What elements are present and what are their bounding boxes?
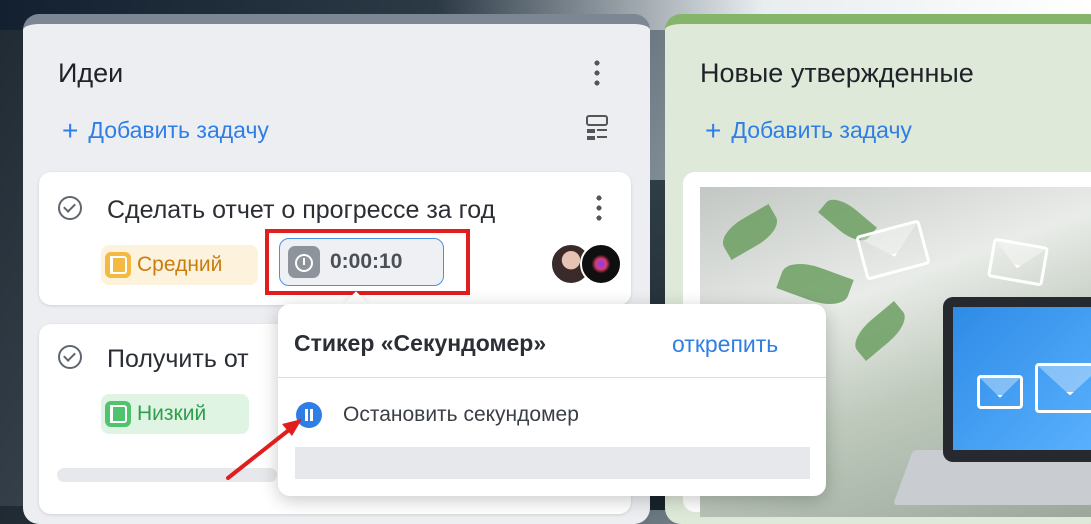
complete-check-icon[interactable]	[58, 345, 82, 369]
plus-icon: +	[705, 115, 722, 146]
progress-placeholder	[57, 468, 277, 482]
priority-badge[interactable]: Низкий	[101, 394, 249, 434]
add-task-button[interactable]: + Добавить задачу	[62, 113, 269, 146]
plus-icon: +	[62, 115, 79, 146]
task-title[interactable]: Получить от	[107, 345, 277, 374]
complete-check-icon[interactable]	[58, 196, 82, 220]
task-menu-icon[interactable]	[596, 193, 602, 221]
add-task-label: Добавить задачу	[731, 117, 912, 143]
stop-stopwatch-item[interactable]: Остановить секундомер	[343, 403, 579, 427]
laptop-image	[943, 297, 1091, 462]
pause-icon[interactable]	[296, 402, 322, 428]
add-task-button[interactable]: + Добавить задачу	[705, 113, 912, 146]
unpin-link[interactable]: открепить	[672, 331, 778, 358]
column-menu-icon[interactable]	[594, 58, 600, 86]
priority-label: Низкий	[137, 402, 207, 425]
highlight-box	[265, 229, 470, 295]
flag-icon	[105, 401, 131, 427]
column-title: Идеи	[58, 58, 124, 88]
priority-badge[interactable]: Средний	[101, 245, 258, 285]
flag-icon	[105, 252, 131, 278]
avatar[interactable]	[580, 243, 622, 285]
template-icon[interactable]	[585, 114, 609, 142]
popup-placeholder	[295, 447, 810, 479]
add-task-label: Добавить задачу	[88, 117, 269, 143]
column-title: Новые утвержденные	[700, 58, 974, 88]
popup-title: Стикер «Секундомер»	[294, 330, 547, 356]
divider	[278, 377, 826, 378]
task-title[interactable]: Сделать отчет о прогрессе за год	[107, 196, 495, 225]
priority-label: Средний	[137, 253, 223, 276]
